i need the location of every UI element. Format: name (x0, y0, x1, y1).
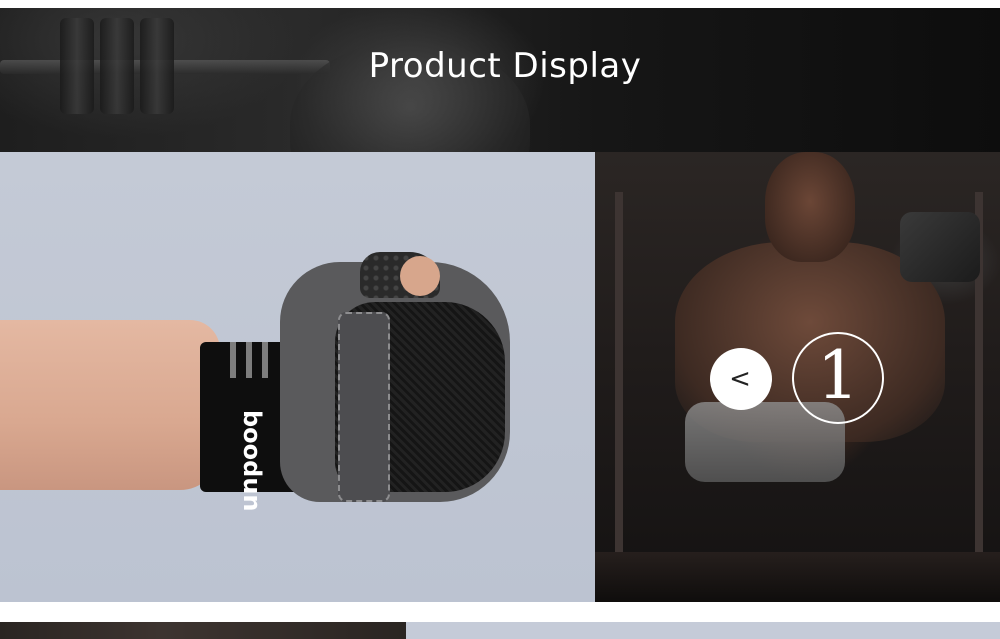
dumbbell-graphic (900, 212, 980, 282)
section-gap (0, 602, 1000, 622)
top-edge (0, 0, 1000, 8)
header-banner: Product Display (0, 0, 1000, 152)
product-display-page: Product Display boodun < 1 (0, 0, 1000, 639)
page-title: Product Display (368, 46, 642, 86)
chevron-left-icon: < (729, 364, 751, 394)
strap-stripe (246, 342, 252, 378)
arm-graphic (0, 320, 220, 490)
fingertip-graphic (400, 256, 440, 296)
product-photo-glove: boodun (0, 152, 595, 602)
carousel-page-number: 1 (817, 337, 859, 414)
bench-graphic (595, 552, 1000, 602)
rack-graphic (615, 192, 623, 572)
strap-stripe (262, 342, 268, 378)
brand-logo-text: boodun (238, 410, 266, 512)
next-section-photo-left (0, 622, 406, 639)
carousel-page-indicator: 1 (792, 332, 884, 424)
athlete-head-graphic (765, 152, 855, 262)
strap-stripe (230, 342, 236, 378)
velcro-strap-graphic (338, 312, 390, 502)
next-section-photo-right (406, 622, 1000, 639)
carousel-prev-button[interactable]: < (710, 348, 772, 410)
